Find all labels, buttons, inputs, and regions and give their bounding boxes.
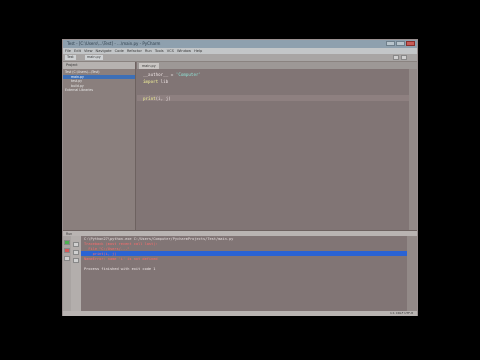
code-line-1: __author__ = 'Computer' (143, 72, 202, 77)
code-line-3: print(i, j) (143, 96, 171, 101)
editor-tabs: main.py (137, 62, 417, 69)
run-icon[interactable] (393, 55, 399, 60)
breadcrumb-project[interactable]: Test (65, 55, 76, 60)
console-selection (81, 251, 407, 256)
breadcrumb-file[interactable]: main.py (85, 55, 103, 60)
ide-window: Test - [C:\Users\...\Test] - ...\main.py… (62, 39, 418, 316)
scroll-up-icon[interactable] (73, 242, 79, 247)
editor-scrollbar[interactable] (409, 69, 417, 230)
pause-icon[interactable] (64, 256, 70, 261)
console-line: File "C:/Users/..." (84, 247, 130, 251)
project-panel: Project Test (C:\Users\...\Test) main.py… (63, 62, 136, 230)
console-line: Process finished with exit code 1 (84, 267, 156, 271)
project-tree: Test (C:\Users\...\Test) main.py test.py… (63, 69, 135, 93)
toolbar: Test main.py (63, 54, 417, 62)
run-panel-toolstrip (63, 236, 71, 311)
debug-icon[interactable] (401, 55, 407, 60)
window-controls (386, 41, 415, 46)
close-button[interactable] (406, 41, 415, 46)
soft-wrap-icon[interactable] (73, 258, 79, 263)
title-bar: Test - [C:\Users\...\Test] - ...\main.py… (63, 40, 417, 48)
code-line-2: import lib (143, 79, 169, 84)
project-panel-header[interactable]: Project (63, 62, 135, 69)
stop-icon[interactable] (64, 248, 70, 253)
status-bar: 1:1 CRLF UTF-8 (63, 311, 417, 316)
code-editor[interactable]: __author__ = 'Computer' import lib print… (137, 69, 409, 230)
console-line: print(i, j) (84, 252, 117, 256)
window-title: Test - [C:\Users\...\Test] - ...\main.py… (67, 41, 161, 46)
console-line: C:\Python27\python.exe C:/Users/Computer… (84, 237, 234, 241)
scroll-down-icon[interactable] (73, 250, 79, 255)
rerun-icon[interactable] (64, 240, 70, 245)
maximize-button[interactable] (396, 41, 405, 46)
minimize-button[interactable] (386, 41, 395, 46)
tree-item-external-libraries[interactable]: External Libraries (63, 88, 135, 93)
console-line: Traceback (most recent call last): (84, 242, 158, 246)
console-line: NameError: name 'i' is not defined (84, 257, 158, 261)
current-line-highlight (137, 95, 409, 101)
run-console[interactable]: C:\Python27\python.exe C:/Users/Computer… (81, 236, 407, 311)
run-panel-toolstrip-2 (71, 236, 81, 311)
status-text: 1:1 CRLF UTF-8 (389, 311, 413, 315)
console-scrollbar[interactable] (407, 236, 417, 311)
